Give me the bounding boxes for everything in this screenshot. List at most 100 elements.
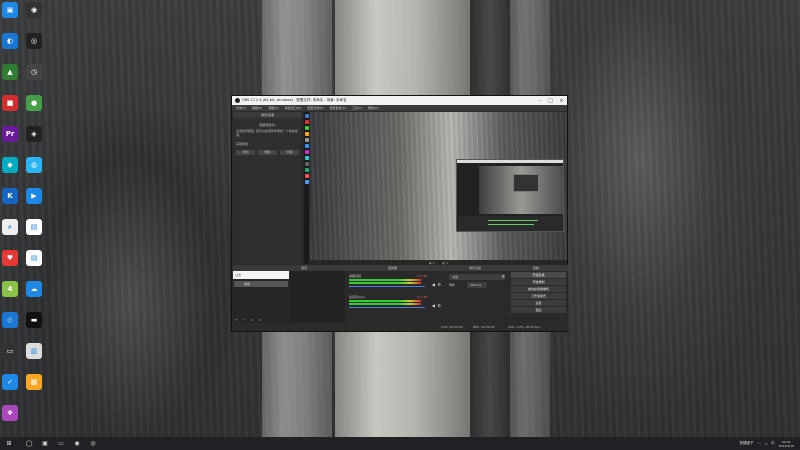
menu-item[interactable]: 配置文件(P) <box>307 106 323 110</box>
speaker-icon[interactable]: ◀ <box>432 303 435 308</box>
settings-button[interactable]: 设置 <box>511 300 566 306</box>
task-view-icon[interactable]: ▣ <box>40 437 50 450</box>
taskbar-clock[interactable]: 20:01 2022/4/10 <box>779 440 794 448</box>
dock-icon[interactable] <box>304 138 309 142</box>
filter-input[interactable]: 过滤 <box>233 271 289 279</box>
gear-icon[interactable]: ⚙ <box>437 282 441 287</box>
menu-item[interactable]: 视图(V) <box>268 106 278 110</box>
browser-icon[interactable]: ◉ <box>72 437 82 450</box>
app-icon-20[interactable]: ☁ <box>26 281 42 297</box>
menu-item[interactable]: 停靠窗口(D) <box>285 106 302 110</box>
start-streaming-button[interactable]: 开始直播 <box>511 272 566 278</box>
dock-icon[interactable] <box>304 120 309 124</box>
tray-text[interactable]: 快捷键子 <box>739 441 753 446</box>
app-icon-26[interactable]: ▦ <box>26 374 42 390</box>
app-icon-9[interactable]: Pr <box>2 126 18 142</box>
app-icon-19[interactable]: 4 <box>2 281 18 297</box>
rec-status: REC: 00:00:00 <box>473 325 495 329</box>
app-icon-21[interactable]: ◇ <box>2 312 18 328</box>
obs-titlebar[interactable]: OBS 27.2.4 (64-bit, windows) - 配置文件: 未命名… <box>232 96 567 105</box>
app-icon-1[interactable]: ▣ <box>2 2 18 18</box>
remove-icon[interactable]: − <box>243 318 246 322</box>
remove-button[interactable]: 删除 <box>258 150 277 155</box>
gear-icon[interactable]: ⚙ <box>437 303 441 308</box>
app-icon-22[interactable]: ▬ <box>26 312 42 328</box>
add-icon[interactable]: + <box>235 318 238 322</box>
app-icon-15[interactable]: ⌕ <box>2 219 18 235</box>
start-recording-button[interactable]: 开始录制 <box>511 279 566 285</box>
menu-item[interactable]: 帮助(H) <box>368 106 379 110</box>
duration-input[interactable]: 300 ms <box>467 282 487 288</box>
dock-icon[interactable] <box>304 150 309 154</box>
volume-slider[interactable] <box>349 307 425 308</box>
transition-select[interactable]: 淡出 <box>449 274 505 280</box>
file-explorer-icon[interactable]: ▭ <box>56 437 66 450</box>
app-icon-4[interactable]: ◎ <box>26 33 42 49</box>
minimize-icon[interactable]: – <box>534 96 545 105</box>
dock-icon[interactable] <box>304 144 309 148</box>
mixer-channel-name: 麦克风/Aux <box>349 295 365 299</box>
dock-icon[interactable] <box>304 156 309 160</box>
app-icon-11[interactable]: ◆ <box>2 157 18 173</box>
menu-item[interactable]: 文件(F) <box>236 106 246 110</box>
app-icon-25[interactable]: ✓ <box>2 374 18 390</box>
app-icon-23[interactable]: ▭ <box>2 343 18 359</box>
volume-meter <box>349 303 421 305</box>
cpu-status: CPU: 1.3%, 60.00 fps <box>508 325 540 329</box>
dock-icon[interactable] <box>304 180 309 184</box>
app-icon-6[interactable]: ◷ <box>26 64 42 80</box>
scenes-dock: 过滤 场景 + − ∧ ∨ <box>233 271 289 323</box>
obs-title: OBS 27.2.4 (64-bit, windows) - 配置文件: 未命名… <box>242 98 347 102</box>
menu-item[interactable]: 编辑(E) <box>252 106 262 110</box>
obs-taskbar-icon[interactable]: ◎ <box>88 437 98 450</box>
mixer-channel-desktop: 桌面音频 0.0 dB ◀ ⚙ <box>349 274 441 287</box>
dock-icon[interactable] <box>304 126 309 130</box>
preview-canvas[interactable] <box>310 112 567 260</box>
scene-source-panel: 场景/来源 需要帮助吗? 点击加号按钮, 就可以在场景中添加一个新的来源。 获取… <box>233 112 303 264</box>
volume-icon[interactable]: ◁ <box>764 442 767 446</box>
close-icon[interactable]: × <box>556 96 567 105</box>
app-icon-12[interactable]: ◍ <box>26 157 42 173</box>
scene-list-item[interactable]: 场景 <box>234 281 288 287</box>
clock-date: 2022/4/10 <box>778 443 794 448</box>
dock-icon[interactable] <box>304 174 309 178</box>
app-icon-24[interactable]: ▥ <box>26 343 42 359</box>
app-icon-8[interactable]: ● <box>26 95 42 111</box>
manage-button[interactable]: 管理 <box>280 150 299 155</box>
obs-window[interactable]: OBS 27.2.4 (64-bit, windows) - 配置文件: 未命名… <box>231 95 568 332</box>
menu-item[interactable]: 场景集合(S) <box>330 106 346 110</box>
volume-slider[interactable] <box>349 286 425 287</box>
move-up-icon[interactable]: ∧ <box>251 318 254 322</box>
live-status: LIVE: 00:00:00 <box>441 325 463 329</box>
app-icon-18[interactable]: ▤ <box>26 250 42 266</box>
audio-mixer-dock: 桌面音频 0.0 dB ◀ ⚙ 麦克风/Aux 0.0 dB ◀ ⚙ <box>346 271 444 323</box>
app-icon-14[interactable]: ▶ <box>26 188 42 204</box>
add-button[interactable]: 添加 <box>236 150 255 155</box>
ime-icon[interactable]: 中 <box>771 441 775 446</box>
dock-icon[interactable] <box>304 162 309 166</box>
app-icon-17[interactable]: ♥ <box>2 250 18 266</box>
menu-item[interactable]: 工具(T) <box>352 106 362 110</box>
app-icon-10[interactable]: ◈ <box>26 126 42 142</box>
speaker-icon[interactable]: ◀ <box>432 282 435 287</box>
move-down-icon[interactable]: ∨ <box>258 318 261 322</box>
app-icon-7[interactable]: ■ <box>2 95 18 111</box>
dock-icon[interactable] <box>304 168 309 172</box>
maximize-icon[interactable]: □ <box>545 96 556 105</box>
app-icon-27[interactable]: ❖ <box>2 405 18 421</box>
dock-icon[interactable] <box>304 132 309 136</box>
volume-meter <box>349 279 421 281</box>
search-icon[interactable]: ◯ <box>24 437 34 450</box>
studio-mode-button[interactable]: 工作室模式 <box>511 293 566 299</box>
virtual-camera-button[interactable]: 启动虚拟摄像机 <box>511 286 566 292</box>
gear-icon[interactable]: ⚙ <box>501 274 505 279</box>
app-icon-5[interactable]: ▲ <box>2 64 18 80</box>
app-icon-3[interactable]: ◐ <box>2 33 18 49</box>
app-icon-16[interactable]: ▤ <box>26 219 42 235</box>
dock-icon[interactable] <box>304 114 309 118</box>
network-icon[interactable]: ◠ <box>757 442 760 446</box>
app-icon-13[interactable]: K <box>2 188 18 204</box>
app-icon-2[interactable]: ◉ <box>26 2 42 18</box>
windows-start-icon[interactable]: ⊞ <box>4 437 14 450</box>
exit-button[interactable]: 退出 <box>511 307 566 313</box>
